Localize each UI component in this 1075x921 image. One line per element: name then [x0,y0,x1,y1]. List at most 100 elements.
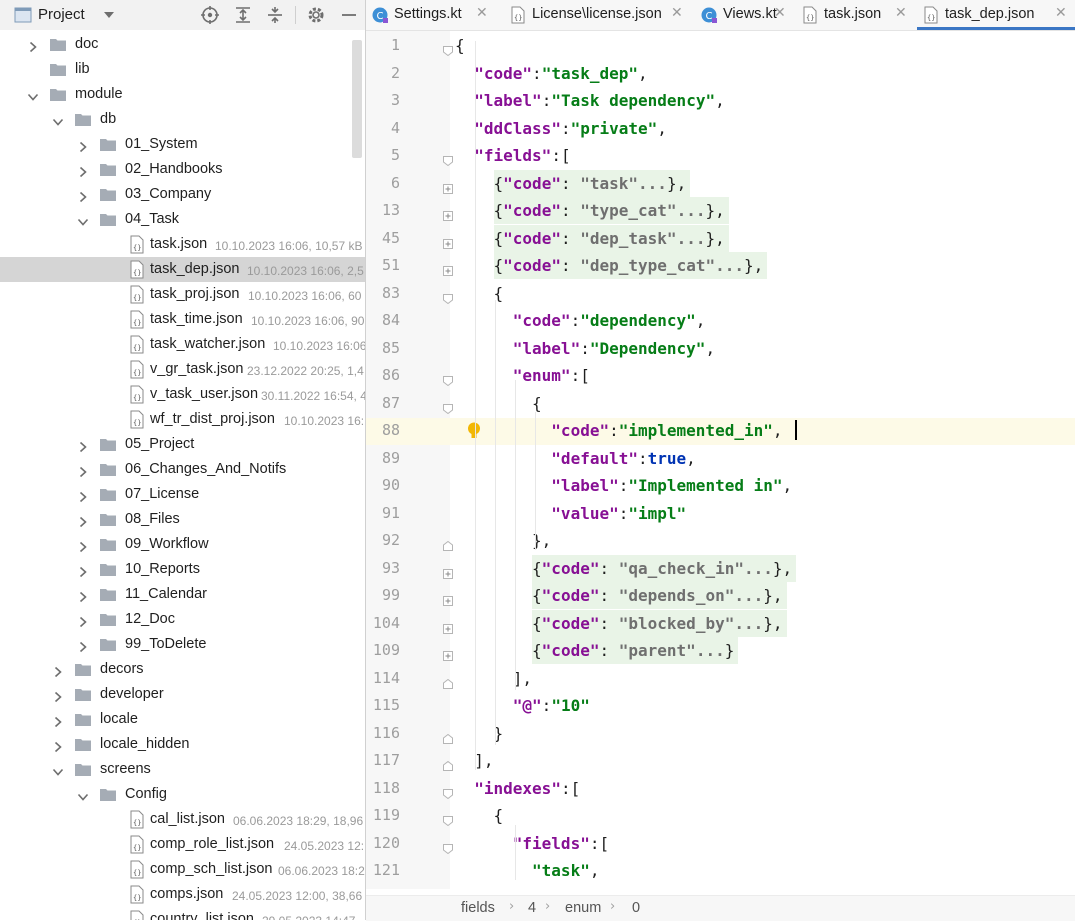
tree-folder-row[interactable]: 12_Doc [0,607,365,632]
tree-folder-row[interactable]: decors [0,657,365,682]
chevron-right-icon[interactable] [77,488,89,503]
expand-fold-icon[interactable] [443,619,453,634]
tree-file-row[interactable]: {} comps.json 24.05.2023 12:00, 38,66 [0,882,365,907]
close-icon[interactable]: ✕ [774,5,786,21]
fold-icon[interactable] [443,289,453,304]
chevron-right-icon[interactable] [52,663,64,678]
tree-folder-row[interactable]: 02_Handbooks [0,157,365,182]
close-icon[interactable]: ✕ [895,5,907,21]
tree-file-row[interactable]: {} comp_sch_list.json 06.06.2023 18:2 [0,857,365,882]
tree-folder-row[interactable]: Config [0,782,365,807]
tree-file-row[interactable]: {} v_task_user.json 30.11.2022 16:54, 4 [0,382,365,407]
tree-file-row[interactable]: {} task_dep.json 10.10.2023 16:06, 2,5 [0,257,365,282]
tree-folder-row[interactable]: 01_System [0,132,365,157]
tree-folder-row[interactable]: db [0,107,365,132]
expand-all-icon[interactable] [233,5,253,25]
minimize-icon[interactable] [340,5,358,25]
tab-settings-kt[interactable]: C Settings.kt ✕ [366,0,496,30]
expand-fold-icon[interactable] [443,234,453,249]
tab-license-license-json[interactable]: {} License\license.json ✕ [504,0,691,30]
tree-folder-row[interactable]: 03_Company [0,182,365,207]
chevron-right-icon[interactable] [27,38,39,53]
tree-file-row[interactable]: {} country_list.json 29.05.2023 14:47 [0,907,365,920]
tab-task-dep-json[interactable]: {} task_dep.json ✕ [917,0,1075,30]
expand-fold-icon[interactable] [443,261,453,276]
tree-file-row[interactable]: {} task_proj.json 10.10.2023 16:06, 60 [0,282,365,307]
collapse-all-icon[interactable] [265,5,285,25]
expand-fold-icon[interactable] [443,564,453,579]
fold-icon[interactable] [443,371,453,387]
breadcrumb-item[interactable]: 4 [528,900,536,916]
tree-folder-row[interactable]: 04_Task [0,207,365,232]
tree-folder-row[interactable]: 10_Reports [0,557,365,582]
gear-icon[interactable] [306,5,326,25]
chevron-down-icon[interactable] [52,113,64,126]
chevron-right-icon[interactable] [77,163,89,178]
expand-fold-icon[interactable] [443,591,453,606]
tree-folder-row[interactable]: 07_License [0,482,365,507]
tree-folder-row[interactable]: 11_Calendar [0,582,365,607]
tree-folder-row[interactable]: 99_ToDelete [0,632,365,657]
chevron-right-icon[interactable] [77,638,89,653]
breadcrumb-item[interactable]: enum [565,900,601,916]
chevron-right-icon[interactable] [52,713,64,728]
project-panel-title[interactable]: Project [38,6,85,23]
chevron-down-icon[interactable] [103,10,115,20]
tree-folder-row[interactable]: 06_Changes_And_Notifs [0,457,365,482]
chevron-right-icon[interactable] [77,463,89,478]
chevron-down-icon[interactable] [52,763,64,776]
tree-folder-row[interactable]: 09_Workflow [0,532,365,557]
fold-icon[interactable] [443,729,453,744]
tree-file-row[interactable]: {} task_time.json 10.10.2023 16:06, 90 [0,307,365,332]
tree-folder-row[interactable]: module [0,82,365,107]
locate-icon[interactable] [200,5,220,25]
tab-task-json[interactable]: {} task.json ✕ [796,0,915,30]
fold-icon[interactable] [443,536,453,551]
tree-folder-row[interactable]: locale [0,707,365,732]
chevron-right-icon[interactable] [77,138,89,153]
fold-icon[interactable] [443,811,453,827]
tree-folder-row[interactable]: locale_hidden [0,732,365,757]
fold-icon[interactable] [443,41,453,57]
chevron-down-icon[interactable] [77,213,89,226]
chevron-down-icon[interactable] [27,88,39,101]
fold-icon[interactable] [443,399,453,414]
close-icon[interactable]: ✕ [671,5,683,21]
tree-file-row[interactable]: {} task_watcher.json 10.10.2023 16:06 [0,332,365,357]
fold-icon[interactable] [443,839,453,854]
fold-icon[interactable] [443,674,453,689]
chevron-right-icon[interactable] [77,538,89,553]
chevron-right-icon[interactable] [77,188,89,203]
chevron-right-icon[interactable] [77,513,89,528]
fold-icon[interactable] [443,756,453,771]
tree-folder-row[interactable]: 08_Files [0,507,365,532]
tree-file-row[interactable]: {} wf_tr_dist_proj.json 10.10.2023 16: [0,407,365,432]
breadcrumb-item[interactable]: fields [461,900,495,916]
expand-fold-icon[interactable] [443,179,453,194]
chevron-right-icon[interactable] [77,613,89,628]
chevron-down-icon[interactable] [77,788,89,801]
chevron-right-icon[interactable] [77,563,89,578]
tree-folder-row[interactable]: developer [0,682,365,707]
expand-fold-icon[interactable] [443,646,453,661]
tab-views-kt[interactable]: C Views.kt ✕ [695,0,794,30]
tree-file-row[interactable]: {} cal_list.json 06.06.2023 18:29, 18,96 [0,807,365,832]
close-icon[interactable]: ✕ [476,5,488,21]
chevron-right-icon[interactable] [77,438,89,453]
tree-folder-row[interactable]: screens [0,757,365,782]
fold-icon[interactable] [443,151,453,167]
tree-folder-row[interactable]: lib [0,57,365,82]
chevron-right-icon[interactable] [77,588,89,603]
chevron-right-icon[interactable] [52,738,64,753]
tree-scrollbar[interactable] [352,40,362,158]
tree-file-row[interactable]: {} comp_role_list.json 24.05.2023 12: [0,832,365,857]
tree-file-row[interactable]: {} v_gr_task.json 23.12.2022 20:25, 1,4 [0,357,365,382]
tree-folder-row[interactable]: 05_Project [0,432,365,457]
tree-folder-row[interactable]: doc [0,32,365,57]
tree-file-row[interactable]: {} task.json 10.10.2023 16:06, 10,57 kB [0,232,365,257]
fold-icon[interactable] [443,784,453,799]
chevron-right-icon[interactable] [52,688,64,703]
close-icon[interactable]: ✕ [1055,5,1067,21]
breadcrumb-item[interactable]: 0 [632,900,640,916]
expand-fold-icon[interactable] [443,206,453,221]
